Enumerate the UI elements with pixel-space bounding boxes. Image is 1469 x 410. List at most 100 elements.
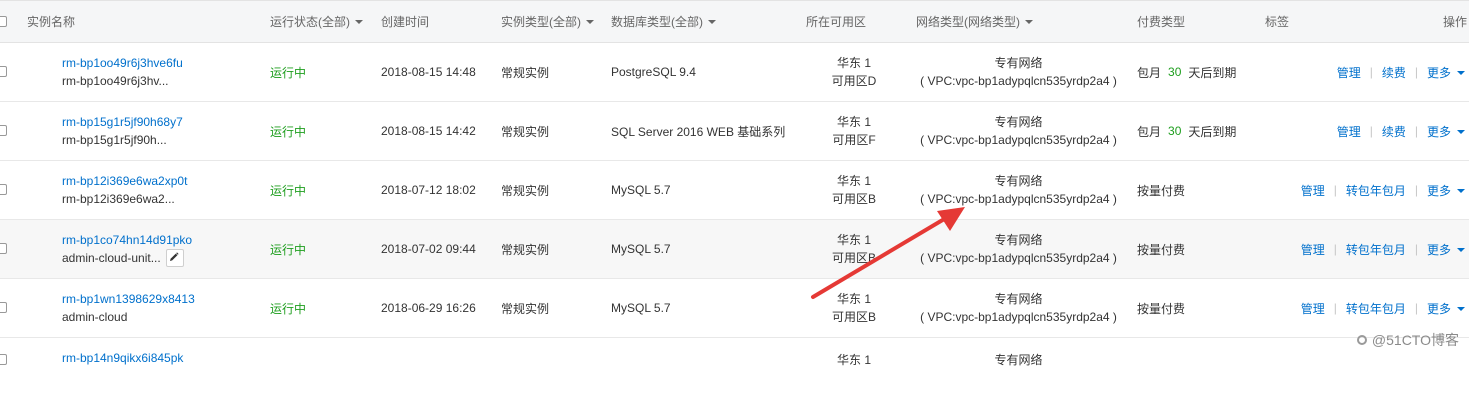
instance-id-link[interactable]: rm-bp12i369e6wa2xp0t: [62, 172, 187, 190]
column-tags-label: 标签: [1265, 15, 1290, 29]
manage-link[interactable]: 管理: [1337, 123, 1361, 140]
network-type: 专有网络: [994, 353, 1043, 367]
more-menu[interactable]: 更多: [1427, 182, 1465, 199]
zone-name: 可用区D: [831, 74, 877, 88]
convert-subscription-link[interactable]: 转包年包月: [1346, 300, 1406, 317]
network-type: 专有网络: [994, 174, 1043, 188]
instance-id-link[interactable]: rm-bp1wn1398629x8413: [62, 290, 195, 308]
column-created: 创建时间: [381, 1, 429, 42]
chevron-down-icon: [355, 19, 363, 24]
row-checkbox[interactable]: [0, 354, 7, 365]
column-network-type-label: 网络类型(网络类型): [916, 15, 1020, 29]
billing-type: 包月: [1137, 124, 1162, 139]
row-actions: 管理 | 转包年包月 | 更多: [1301, 220, 1465, 278]
manage-link[interactable]: 管理: [1301, 241, 1325, 258]
zone-cell: 华东 1 可用区F: [826, 102, 882, 160]
db-type: SQL Server 2016 WEB 基础系列: [611, 124, 786, 139]
more-label: 更多: [1426, 124, 1451, 139]
instance-name: rm-bp1oo49r6j3hv...: [62, 74, 169, 88]
instance-id-link[interactable]: rm-bp15g1r5jf90h68y7: [62, 113, 183, 131]
action-divider: |: [1414, 124, 1418, 138]
more-menu[interactable]: 更多: [1427, 300, 1465, 317]
network-type: 专有网络: [994, 56, 1043, 70]
billing-type: 按量付费: [1137, 242, 1186, 257]
instance-type: 常规实例: [501, 65, 550, 80]
zone-region: 华东 1: [836, 174, 871, 188]
more-menu[interactable]: 更多: [1427, 64, 1465, 81]
network-cell: 专有网络: [916, 338, 1121, 410]
instance-type: 常规实例: [501, 124, 550, 139]
status-text: 运行中: [270, 124, 307, 139]
billing-expiry: 天后到期: [1188, 65, 1237, 80]
row-checkbox[interactable]: [0, 243, 7, 254]
action-divider: |: [1369, 124, 1373, 138]
convert-subscription-link[interactable]: 转包年包月: [1346, 241, 1406, 258]
instance-cell: rm-bp1co74hn14d91pko admin-cloud-unit...: [62, 220, 192, 278]
db-type: MySQL 5.7: [611, 183, 671, 197]
billing-days: 30: [1168, 65, 1182, 79]
action-divider: |: [1414, 65, 1418, 79]
chevron-down-icon: [1457, 307, 1465, 312]
more-label: 更多: [1426, 183, 1451, 198]
billing-cell: 按量付费: [1137, 279, 1185, 337]
instance-id-link[interactable]: rm-bp14n9qikx6i845pk: [62, 351, 183, 365]
billing-days: 30: [1168, 124, 1182, 138]
instance-cell: rm-bp15g1r5jf90h68y7 rm-bp15g1r5jf90h...: [62, 102, 183, 160]
chevron-down-icon: [1457, 71, 1465, 76]
column-instance-type-filter[interactable]: 实例类型(全部): [501, 1, 594, 42]
row-checkbox[interactable]: [0, 302, 7, 313]
network-type: 专有网络: [994, 292, 1043, 306]
created-time: 2018-08-15 14:42: [381, 124, 476, 138]
row-checkbox[interactable]: [0, 125, 7, 136]
instance-id-link[interactable]: rm-bp1co74hn14d91pko: [62, 231, 192, 249]
edit-icon[interactable]: [165, 249, 184, 268]
instance-type: 常规实例: [501, 301, 550, 316]
column-network-type-filter[interactable]: 网络类型(网络类型): [916, 1, 1033, 42]
action-divider: |: [1333, 242, 1337, 256]
manage-link[interactable]: 管理: [1301, 300, 1325, 317]
more-menu[interactable]: 更多: [1427, 123, 1465, 140]
watermark-text: @51CTO博客: [1371, 332, 1459, 348]
chevron-down-icon: [586, 19, 594, 24]
zone-region: 华东 1: [836, 115, 871, 129]
instance-cell: rm-bp14n9qikx6i845pk: [62, 338, 183, 410]
column-billing: 付费类型: [1137, 1, 1185, 42]
instance-name-row: admin-cloud-unit...: [62, 249, 184, 268]
manage-link[interactable]: 管理: [1337, 64, 1361, 81]
chevron-down-icon: [1457, 130, 1465, 135]
instance-name: admin-cloud-unit...: [62, 250, 161, 265]
billing-type: 按量付费: [1137, 301, 1186, 316]
column-status-filter[interactable]: 运行状态(全部): [270, 1, 363, 42]
instance-cell: rm-bp1wn1398629x8413 admin-cloud: [62, 279, 195, 337]
select-all-checkbox[interactable]: [0, 15, 7, 27]
chevron-down-icon: [708, 19, 716, 24]
billing-type: 包月: [1137, 65, 1162, 80]
billing-cell: 按量付费: [1137, 220, 1185, 278]
watermark-logo-icon: [1356, 335, 1367, 345]
zone-cell: 华东 1: [826, 338, 882, 410]
renew-link[interactable]: 续费: [1382, 123, 1406, 140]
billing-type: 按量付费: [1137, 183, 1186, 198]
column-db-type-filter[interactable]: 数据库类型(全部): [611, 1, 716, 42]
created-time: 2018-06-29 16:26: [381, 301, 476, 315]
column-status-label: 运行状态(全部): [270, 15, 350, 29]
instance-cell: rm-bp1oo49r6j3hve6fu rm-bp1oo49r6j3hv...: [62, 43, 183, 101]
convert-subscription-link[interactable]: 转包年包月: [1346, 182, 1406, 199]
more-menu[interactable]: 更多: [1427, 241, 1465, 258]
column-created-label: 创建时间: [381, 15, 430, 29]
manage-link[interactable]: 管理: [1301, 182, 1325, 199]
row-checkbox[interactable]: [0, 66, 7, 77]
table-row: rm-bp1wn1398629x8413 admin-cloud 运行中 201…: [0, 279, 1469, 338]
instance-type: 常规实例: [501, 242, 550, 257]
row-actions: 管理 | 转包年包月 | 更多: [1301, 161, 1465, 219]
created-time: 2018-08-15 14:48: [381, 65, 476, 79]
column-db-type-label: 数据库类型(全部): [611, 15, 703, 29]
row-actions: 管理 | 续费 | 更多: [1337, 102, 1465, 160]
billing-cell: 包月 30 天后到期: [1137, 102, 1236, 160]
row-checkbox[interactable]: [0, 184, 7, 195]
chevron-down-icon: [1025, 19, 1033, 24]
renew-link[interactable]: 续费: [1382, 64, 1406, 81]
created-time: 2018-07-02 09:44: [381, 242, 476, 256]
instance-id-link[interactable]: rm-bp1oo49r6j3hve6fu: [62, 54, 183, 72]
network-vpc: ( VPC:vpc-bp1adypqlcn535yrdp2a4 ): [920, 74, 1117, 88]
